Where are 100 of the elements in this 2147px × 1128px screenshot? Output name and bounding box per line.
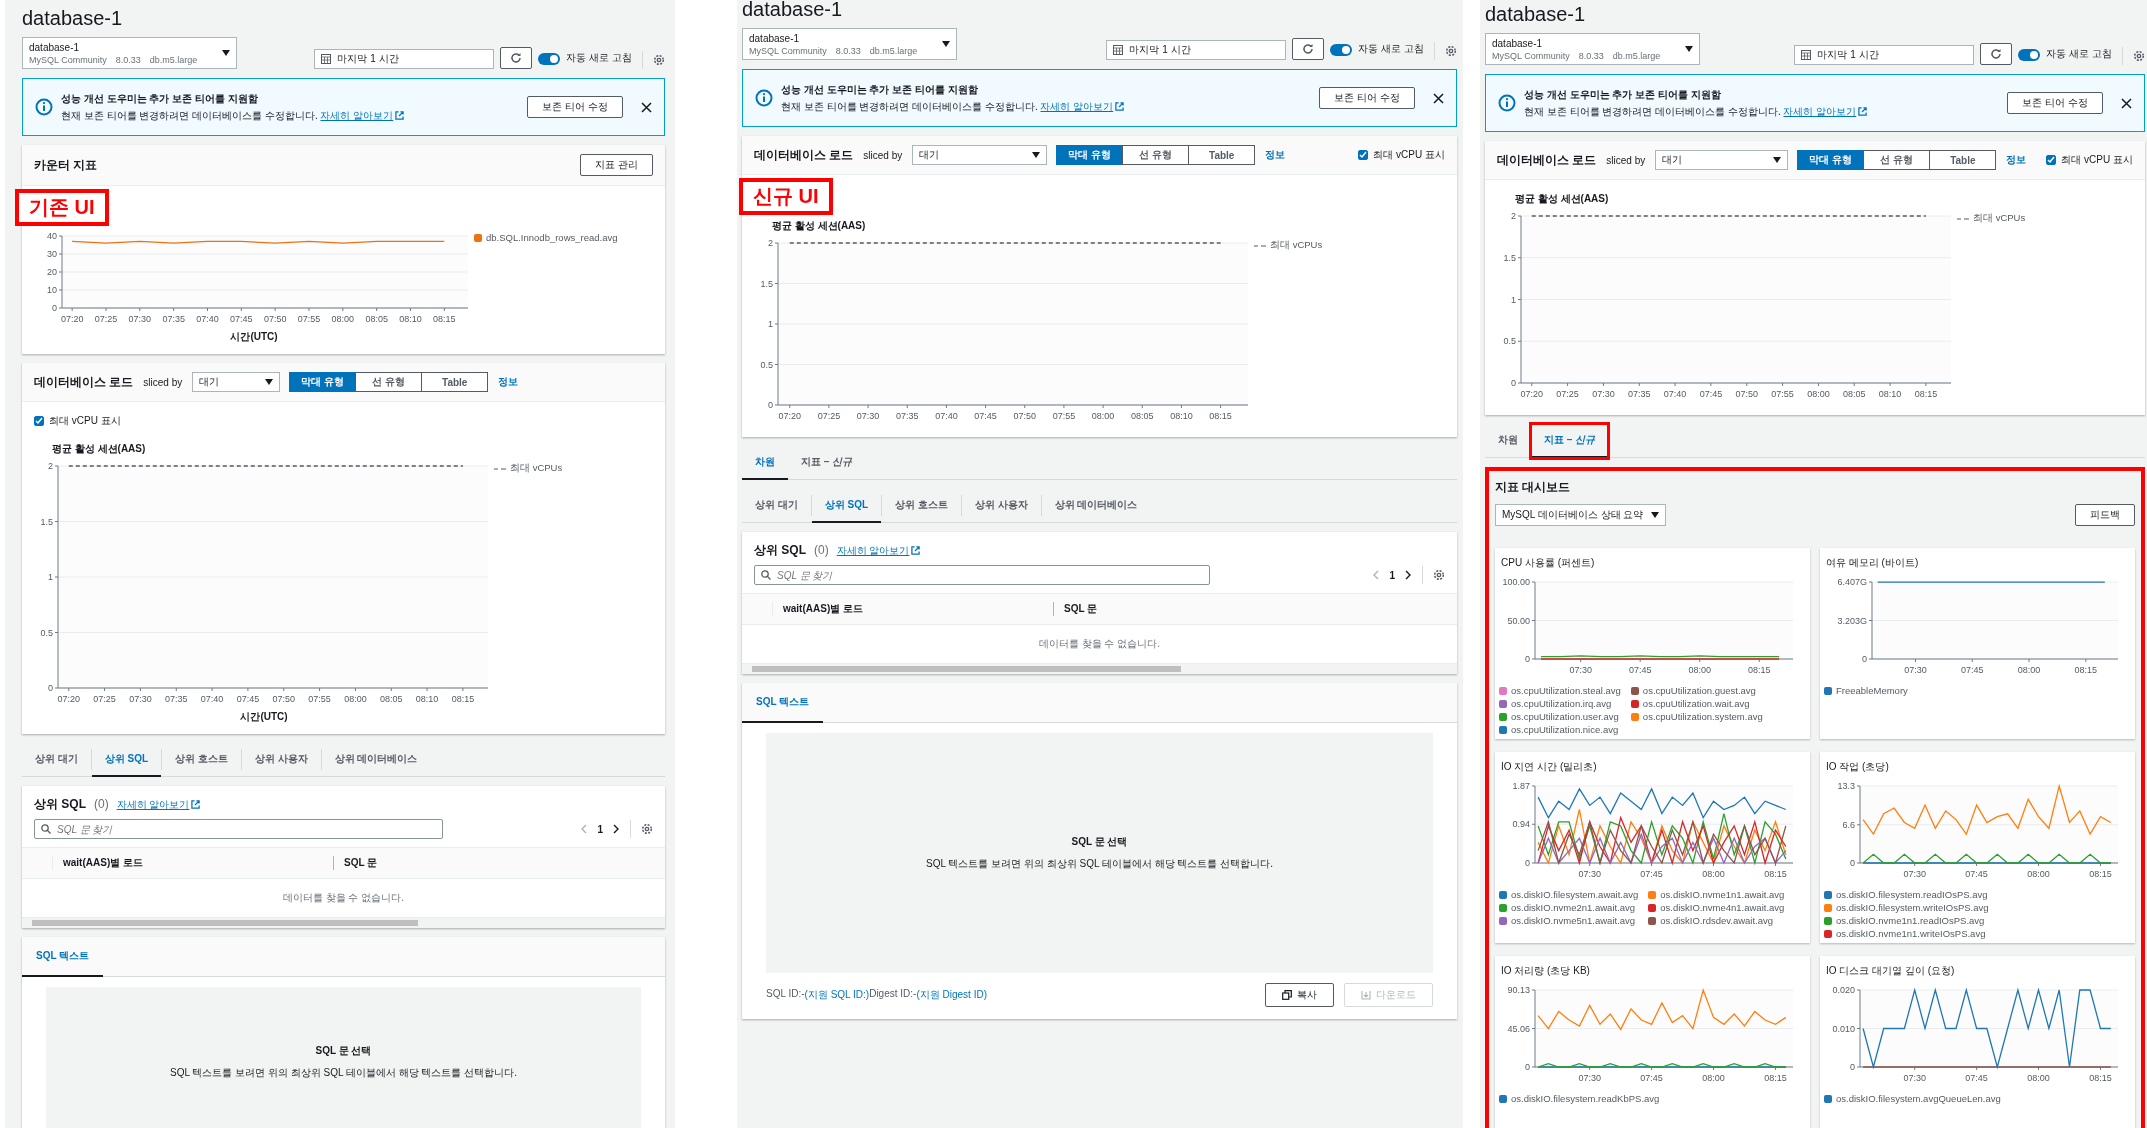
view-toggle[interactable]: 선 유형 [1863,150,1931,170]
time-range-field[interactable]: 마지막 1 시간 [1794,45,1975,65]
close-icon[interactable] [1433,92,1444,104]
settings-icon[interactable] [1445,45,1457,57]
legend-label: os.cpuUtilization.irq.avg [1511,698,1612,709]
info-link[interactable]: 정보 [1265,148,1286,162]
view-toggle[interactable]: 선 유형 [1122,145,1190,165]
tab[interactable]: SQL 텍스트 [742,683,824,723]
instance-dropdown[interactable]: database-1 MySQL Community 8.0.33 db.m5.large [742,28,957,60]
tick-label: 1.5 [40,516,53,527]
tick-label: 08:00 [2027,1073,2050,1083]
learn-more-link[interactable]: 자세히 알아보기 [1040,100,1125,112]
tab[interactable]: 차원 [1485,424,1531,458]
legend-label: 최대 vCPUs [510,462,563,475]
tick-label: 10 [47,285,57,295]
sliced-by-dropdown[interactable]: 대기 [912,145,1048,165]
tab[interactable]: 상위 호스트 [162,743,241,777]
tick-label: 100.00 [1502,577,1530,587]
close-icon[interactable] [2121,97,2132,109]
feedback-button[interactable]: 피드백 [2075,504,2135,526]
view-toggle[interactable]: Table [421,372,489,392]
external-link-icon [191,800,201,809]
tab[interactable]: 지표 – 신규 [788,446,866,480]
banner-text: 현재 보존 티어를 변경하려면 데이터베이스를 수정합니다. 자세히 알아보기 [1524,104,2000,119]
tick-label: 0.94 [1512,819,1530,830]
edit-retention-button[interactable]: 보존 티어 수정 [527,96,623,118]
tick-label: 08:15 [433,314,456,324]
tick-label: 07:35 [896,411,919,421]
tick-label: 07:45 [1965,869,1988,879]
tab[interactable]: 상위 사용자 [241,743,321,777]
instance-dropdown[interactable]: database-1 MySQL Community 8.0.33 db.m5.large [1485,33,1700,65]
edit-retention-button[interactable]: 보존 티어 수정 [2007,92,2103,114]
time-range-field[interactable]: 마지막 1 시간 [314,49,495,69]
scrollbar-thumb[interactable] [32,920,418,926]
tick-label: 07:45 [1640,1073,1663,1083]
refresh-button[interactable] [1292,38,1325,60]
info-link[interactable]: 정보 [2006,153,2027,167]
tab[interactable]: 상위 데이터베이스 [321,743,431,777]
tick-label: 07:30 [1569,665,1592,675]
checkbox[interactable] [1358,150,1369,160]
checkbox[interactable] [2046,155,2057,165]
view-toggle[interactable]: Table [1929,150,1997,170]
time-range-field[interactable]: 마지막 1 시간 [1106,40,1287,60]
tick-label: 07:45 [236,694,260,704]
learn-more-link[interactable]: 자세히 알아보기 [320,109,405,121]
tab[interactable]: 상위 사용자 [961,489,1041,523]
tab[interactable]: 상위 대기 [22,743,91,777]
tab[interactable]: 상위 데이터베이스 [1041,489,1151,523]
tab[interactable]: 차원 [742,446,788,480]
toggle-switch[interactable] [2018,49,2041,61]
scrollbar-thumb[interactable] [752,666,1181,672]
view-toggle[interactable]: 막대 유형 [1056,145,1124,165]
column-header: wait(AAS)별 로드 [52,856,333,870]
tab[interactable]: SQL 텍스트 [22,937,104,977]
column-header: wait(AAS)별 로드 [772,602,1053,616]
tick-label: 07:55 [1052,411,1076,421]
legend-label: os.diskIO.nvme4n1.await.avg [1660,902,1785,913]
learn-more-link[interactable]: 자세히 알아보기 [1783,105,1868,117]
copy-button[interactable]: 복사 [1265,983,1334,1007]
chevron-right-icon[interactable] [1405,570,1412,580]
tab[interactable]: 상위 호스트 [882,489,961,523]
sliced-by-dropdown[interactable]: 대기 [1655,150,1789,170]
view-toggle[interactable]: 선 유형 [355,372,423,392]
sliced-by-dropdown[interactable]: 대기 [192,372,281,392]
dashboard-dropdown[interactable]: MySQL 데이터베이스 상태 요약 [1495,504,1667,526]
tick-label: 07:25 [93,694,116,704]
view-toggle[interactable]: Table [1188,145,1256,165]
chevron-right-icon[interactable] [613,824,620,834]
tick-label: 30 [47,249,57,259]
settings-icon[interactable] [641,823,653,835]
page-number[interactable]: 1 [1389,569,1395,581]
caret-icon [1685,46,1693,52]
search-field[interactable]: SQL 문 찾기 [754,565,1211,585]
refresh-button[interactable] [500,47,533,69]
edit-retention-button[interactable]: 보존 티어 수정 [1319,87,1415,109]
toggle-switch[interactable] [538,53,561,65]
search-field[interactable]: SQL 문 찾기 [34,819,443,839]
tick-label: 0 [1525,654,1530,664]
info-link[interactable]: 정보 [498,375,519,389]
close-icon[interactable] [641,101,652,113]
settings-icon[interactable] [1433,569,1445,581]
page-title: database-1 [22,6,124,30]
refresh-button[interactable] [1980,43,2013,65]
card-title: 데이터베이스 로드 [754,146,854,164]
banner-title: 성능 개선 도우미는 추가 보존 티어를 지원함 [781,82,979,97]
tick-label: 0 [1862,654,1867,664]
manage-metrics-button[interactable]: 지표 관리 [580,154,653,176]
checkbox[interactable] [34,416,44,426]
instance-dropdown[interactable]: database-1 MySQL Community 8.0.33 db.m5.large [22,37,237,69]
view-toggle[interactable]: 막대 유형 [1797,150,1865,170]
tab[interactable]: 지표 – 신규 [1531,424,1609,458]
settings-icon[interactable] [2133,50,2145,62]
page-number[interactable]: 1 [597,823,603,835]
tick-label: 07:25 [94,314,118,324]
view-toggle[interactable]: 막대 유형 [289,372,357,392]
tab[interactable]: 상위 대기 [742,489,811,523]
learn-more-link[interactable]: 자세히 알아보기 [836,544,921,558]
toggle-switch[interactable] [1330,44,1353,56]
settings-icon[interactable] [653,54,665,66]
learn-more-link[interactable]: 자세히 알아보기 [116,798,201,812]
